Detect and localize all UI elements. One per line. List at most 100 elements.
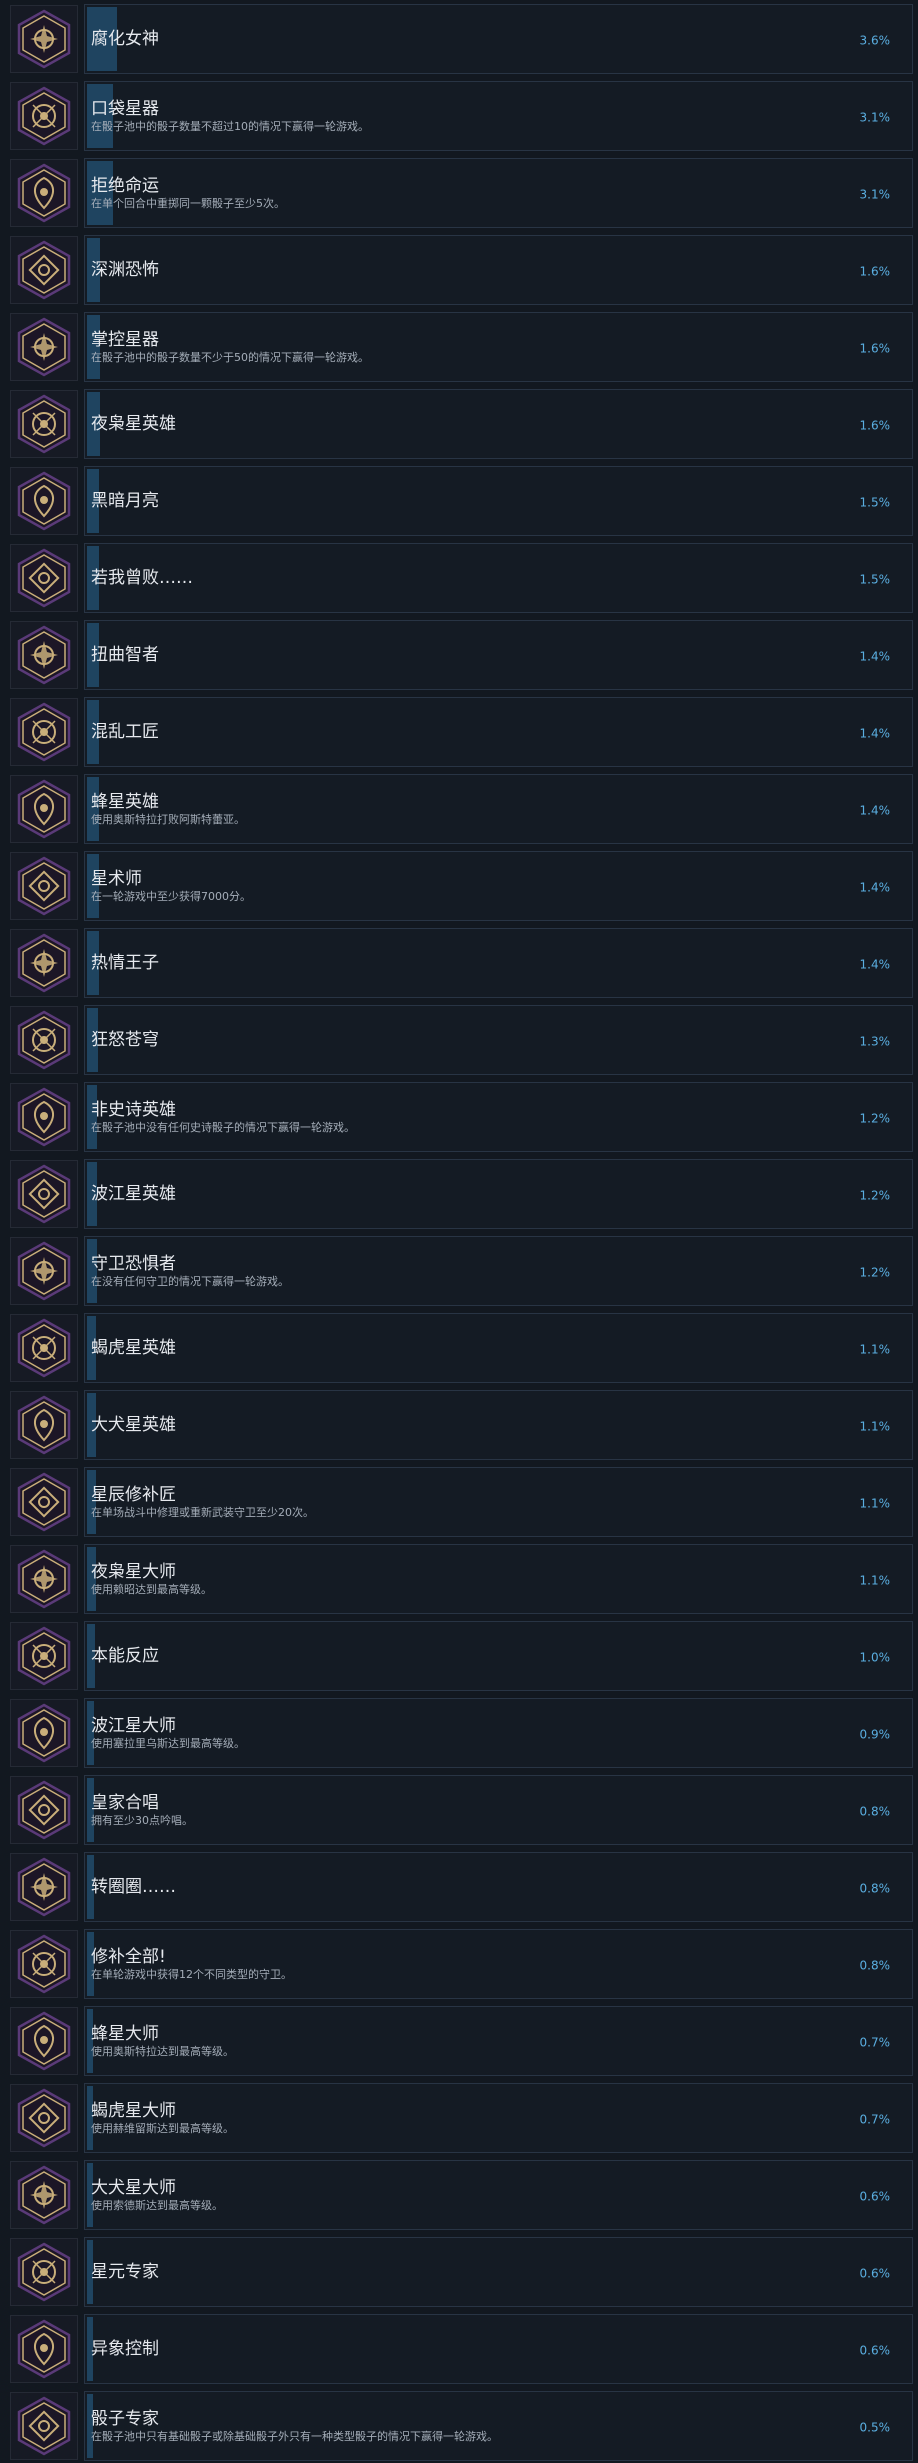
achievement-title: 蜂星英雄 bbox=[91, 792, 159, 812]
unlock-percentage: 1.3% bbox=[859, 1034, 891, 1049]
achievement-row[interactable]: 非史诗英雄 在骰子池中没有任何史诗骰子的情况下赢得一轮游戏。 1.2% bbox=[0, 1080, 918, 1154]
dice-expert-icon bbox=[14, 2396, 74, 2456]
achievement-row[interactable]: 蝎虎星大师 使用赫维留斯达到最高等级。 0.7% bbox=[0, 2081, 918, 2155]
achievement-text: 蝎虎星大师 使用赫维留斯达到最高等级。 bbox=[91, 2084, 822, 2152]
achievement-panel: 守卫恐惧者 在没有任何守卫的情况下赢得一轮游戏。 1.2% bbox=[84, 1236, 913, 1306]
achievement-title: 非史诗英雄 bbox=[91, 1100, 176, 1120]
achievement-text: 夜枭星大师 使用赖昭达到最高等级。 bbox=[91, 1545, 822, 1613]
passion-prince-icon bbox=[14, 933, 74, 993]
achievement-panel: 腐化女神 3.6% bbox=[84, 4, 913, 74]
if-i-failed-icon bbox=[14, 548, 74, 608]
achievement-panel: 蜂星英雄 使用奥斯特拉打败阿斯特蕾亚。 1.4% bbox=[84, 774, 913, 844]
astromancer-icon bbox=[14, 856, 74, 916]
achievement-row[interactable]: 大犬星大师 使用索德斯达到最高等级。 0.6% bbox=[0, 2158, 918, 2232]
achievement-icon-frame bbox=[10, 775, 78, 843]
achievement-title: 口袋星器 bbox=[91, 99, 159, 119]
achievement-row[interactable]: 大犬星英雄 1.1% bbox=[0, 1388, 918, 1462]
achievement-row[interactable]: 星术师 在一轮游戏中至少获得7000分。 1.4% bbox=[0, 849, 918, 923]
achievement-icon-frame bbox=[10, 1006, 78, 1074]
achievement-row[interactable]: 若我曾败…… 1.5% bbox=[0, 541, 918, 615]
achievement-panel: 黑暗月亮 1.5% bbox=[84, 466, 913, 536]
achievement-icon-frame bbox=[10, 2007, 78, 2075]
achievement-icon-frame bbox=[10, 852, 78, 920]
achievement-row[interactable]: 皇家合唱 拥有至少30点吟唱。 0.8% bbox=[0, 1773, 918, 1847]
unlock-percentage: 0.8% bbox=[859, 1804, 891, 1819]
achievement-row[interactable]: 口袋星器 在骰子池中的骰子数量不超过10的情况下赢得一轮游戏。 3.1% bbox=[0, 79, 918, 153]
achievement-row[interactable]: 本能反应 1.0% bbox=[0, 1619, 918, 1693]
achievement-icon-frame bbox=[10, 2315, 78, 2383]
anomaly-control-icon bbox=[14, 2319, 74, 2379]
achievement-icon-frame bbox=[10, 236, 78, 304]
achievement-title: 星元专家 bbox=[91, 2262, 159, 2282]
achievement-row[interactable]: 深渊恐怖 1.6% bbox=[0, 233, 918, 307]
achievement-text: 黑暗月亮 bbox=[91, 467, 822, 535]
achievement-icon-frame bbox=[10, 544, 78, 612]
achievement-row[interactable]: 波江星大师 使用塞拉里乌斯达到最高等级。 0.9% bbox=[0, 1696, 918, 1770]
bee-master-icon bbox=[14, 2011, 74, 2071]
achievement-panel: 混乱工匠 1.4% bbox=[84, 697, 913, 767]
achievement-row[interactable]: 骰子专家 在骰子池中只有基础骰子或除基础骰子外只有一种类型骰子的情况下赢得一轮游戏… bbox=[0, 2389, 918, 2463]
unlock-percentage: 1.2% bbox=[859, 1265, 891, 1280]
achievement-text: 修补全部! 在单轮游戏中获得12个不同类型的守卫。 bbox=[91, 1930, 822, 1998]
achievement-row[interactable]: 狂怒苍穹 1.3% bbox=[0, 1003, 918, 1077]
unlock-percentage: 1.5% bbox=[859, 495, 891, 510]
eridanus-master-icon bbox=[14, 1703, 74, 1763]
achievement-panel: 掌控星器 在骰子池中的骰子数量不少于50的情况下赢得一轮游戏。 1.6% bbox=[84, 312, 913, 382]
achievement-panel: 本能反应 1.0% bbox=[84, 1621, 913, 1691]
achievement-panel: 扭曲智者 1.4% bbox=[84, 620, 913, 690]
achievement-row[interactable]: 黑暗月亮 1.5% bbox=[0, 464, 918, 538]
achievement-row[interactable]: 波江星英雄 1.2% bbox=[0, 1157, 918, 1231]
achievement-icon-frame bbox=[10, 2392, 78, 2460]
achievement-row[interactable]: 星元专家 0.6% bbox=[0, 2235, 918, 2309]
achievement-title: 本能反应 bbox=[91, 1646, 159, 1666]
achievement-row[interactable]: 修补全部! 在单轮游戏中获得12个不同类型的守卫。 0.8% bbox=[0, 1927, 918, 2001]
achievement-row[interactable]: 星辰修补匠 在单场战斗中修理或重新武装守卫至少20次。 1.1% bbox=[0, 1465, 918, 1539]
achievement-panel: 修补全部! 在单轮游戏中获得12个不同类型的守卫。 0.8% bbox=[84, 1929, 913, 1999]
achievement-text: 若我曾败…… bbox=[91, 544, 822, 612]
royal-chorus-icon bbox=[14, 1780, 74, 1840]
achievement-panel: 拒绝命运 在单个回合中重掷同一颗骰子至少5次。 3.1% bbox=[84, 158, 913, 228]
achievement-row[interactable]: 蜂星英雄 使用奥斯特拉打败阿斯特蕾亚。 1.4% bbox=[0, 772, 918, 846]
achievement-title: 掌控星器 bbox=[91, 330, 159, 350]
achievement-text: 波江星英雄 bbox=[91, 1160, 822, 1228]
achievement-row[interactable]: 掌控星器 在骰子池中的骰子数量不少于50的情况下赢得一轮游戏。 1.6% bbox=[0, 310, 918, 384]
achievement-row[interactable]: 拒绝命运 在单个回合中重掷同一颗骰子至少5次。 3.1% bbox=[0, 156, 918, 230]
star-element-expert-icon bbox=[14, 2242, 74, 2302]
achievement-row[interactable]: 异象控制 0.6% bbox=[0, 2312, 918, 2386]
achievement-title: 皇家合唱 bbox=[91, 1793, 159, 1813]
achievement-title: 修补全部! bbox=[91, 1947, 166, 1967]
canis-major-hero-icon bbox=[14, 1395, 74, 1455]
achievement-icon-frame bbox=[10, 929, 78, 997]
achievement-row[interactable]: 蜂星大师 使用奥斯特拉达到最高等级。 0.7% bbox=[0, 2004, 918, 2078]
achievement-title: 扭曲智者 bbox=[91, 645, 159, 665]
achievement-row[interactable]: 夜枭星英雄 1.6% bbox=[0, 387, 918, 461]
achievement-row[interactable]: 守卫恐惧者 在没有任何守卫的情况下赢得一轮游戏。 1.2% bbox=[0, 1234, 918, 1308]
unlock-percentage: 1.1% bbox=[859, 1419, 891, 1434]
achievement-title: 若我曾败…… bbox=[91, 568, 193, 588]
achievement-row[interactable]: 扭曲智者 1.4% bbox=[0, 618, 918, 692]
achievement-row[interactable]: 转圈圈…… 0.8% bbox=[0, 1850, 918, 1924]
achievement-text: 星辰修补匠 在单场战斗中修理或重新武装守卫至少20次。 bbox=[91, 1468, 822, 1536]
achievement-title: 蜂星大师 bbox=[91, 2024, 159, 2044]
achievement-row[interactable]: 夜枭星大师 使用赖昭达到最高等级。 1.1% bbox=[0, 1542, 918, 1616]
owl-hero-icon bbox=[14, 394, 74, 454]
achievement-title: 混乱工匠 bbox=[91, 722, 159, 742]
unlock-percentage: 1.4% bbox=[859, 957, 891, 972]
achievement-row[interactable]: 腐化女神 3.6% bbox=[0, 2, 918, 76]
unlock-percentage: 1.5% bbox=[859, 572, 891, 587]
achievement-icon-frame bbox=[10, 621, 78, 689]
achievement-row[interactable]: 热情王子 1.4% bbox=[0, 926, 918, 1000]
achievement-panel: 星元专家 0.6% bbox=[84, 2237, 913, 2307]
raging-sky-icon bbox=[14, 1010, 74, 1070]
achievement-title: 腐化女神 bbox=[91, 29, 159, 49]
achievement-text: 蝎虎星英雄 bbox=[91, 1314, 822, 1382]
unlock-percentage: 1.6% bbox=[859, 341, 891, 356]
achievement-icon-frame bbox=[10, 313, 78, 381]
achievement-row[interactable]: 混乱工匠 1.4% bbox=[0, 695, 918, 769]
achievement-text: 热情王子 bbox=[91, 929, 822, 997]
achievement-text: 骰子专家 在骰子池中只有基础骰子或除基础骰子外只有一种类型骰子的情况下赢得一轮游戏… bbox=[91, 2392, 822, 2460]
achievement-title: 骰子专家 bbox=[91, 2409, 159, 2429]
achievement-row[interactable]: 蝎虎星英雄 1.1% bbox=[0, 1311, 918, 1385]
owl-master-icon bbox=[14, 1549, 74, 1609]
unlock-percentage: 3.1% bbox=[859, 110, 891, 125]
